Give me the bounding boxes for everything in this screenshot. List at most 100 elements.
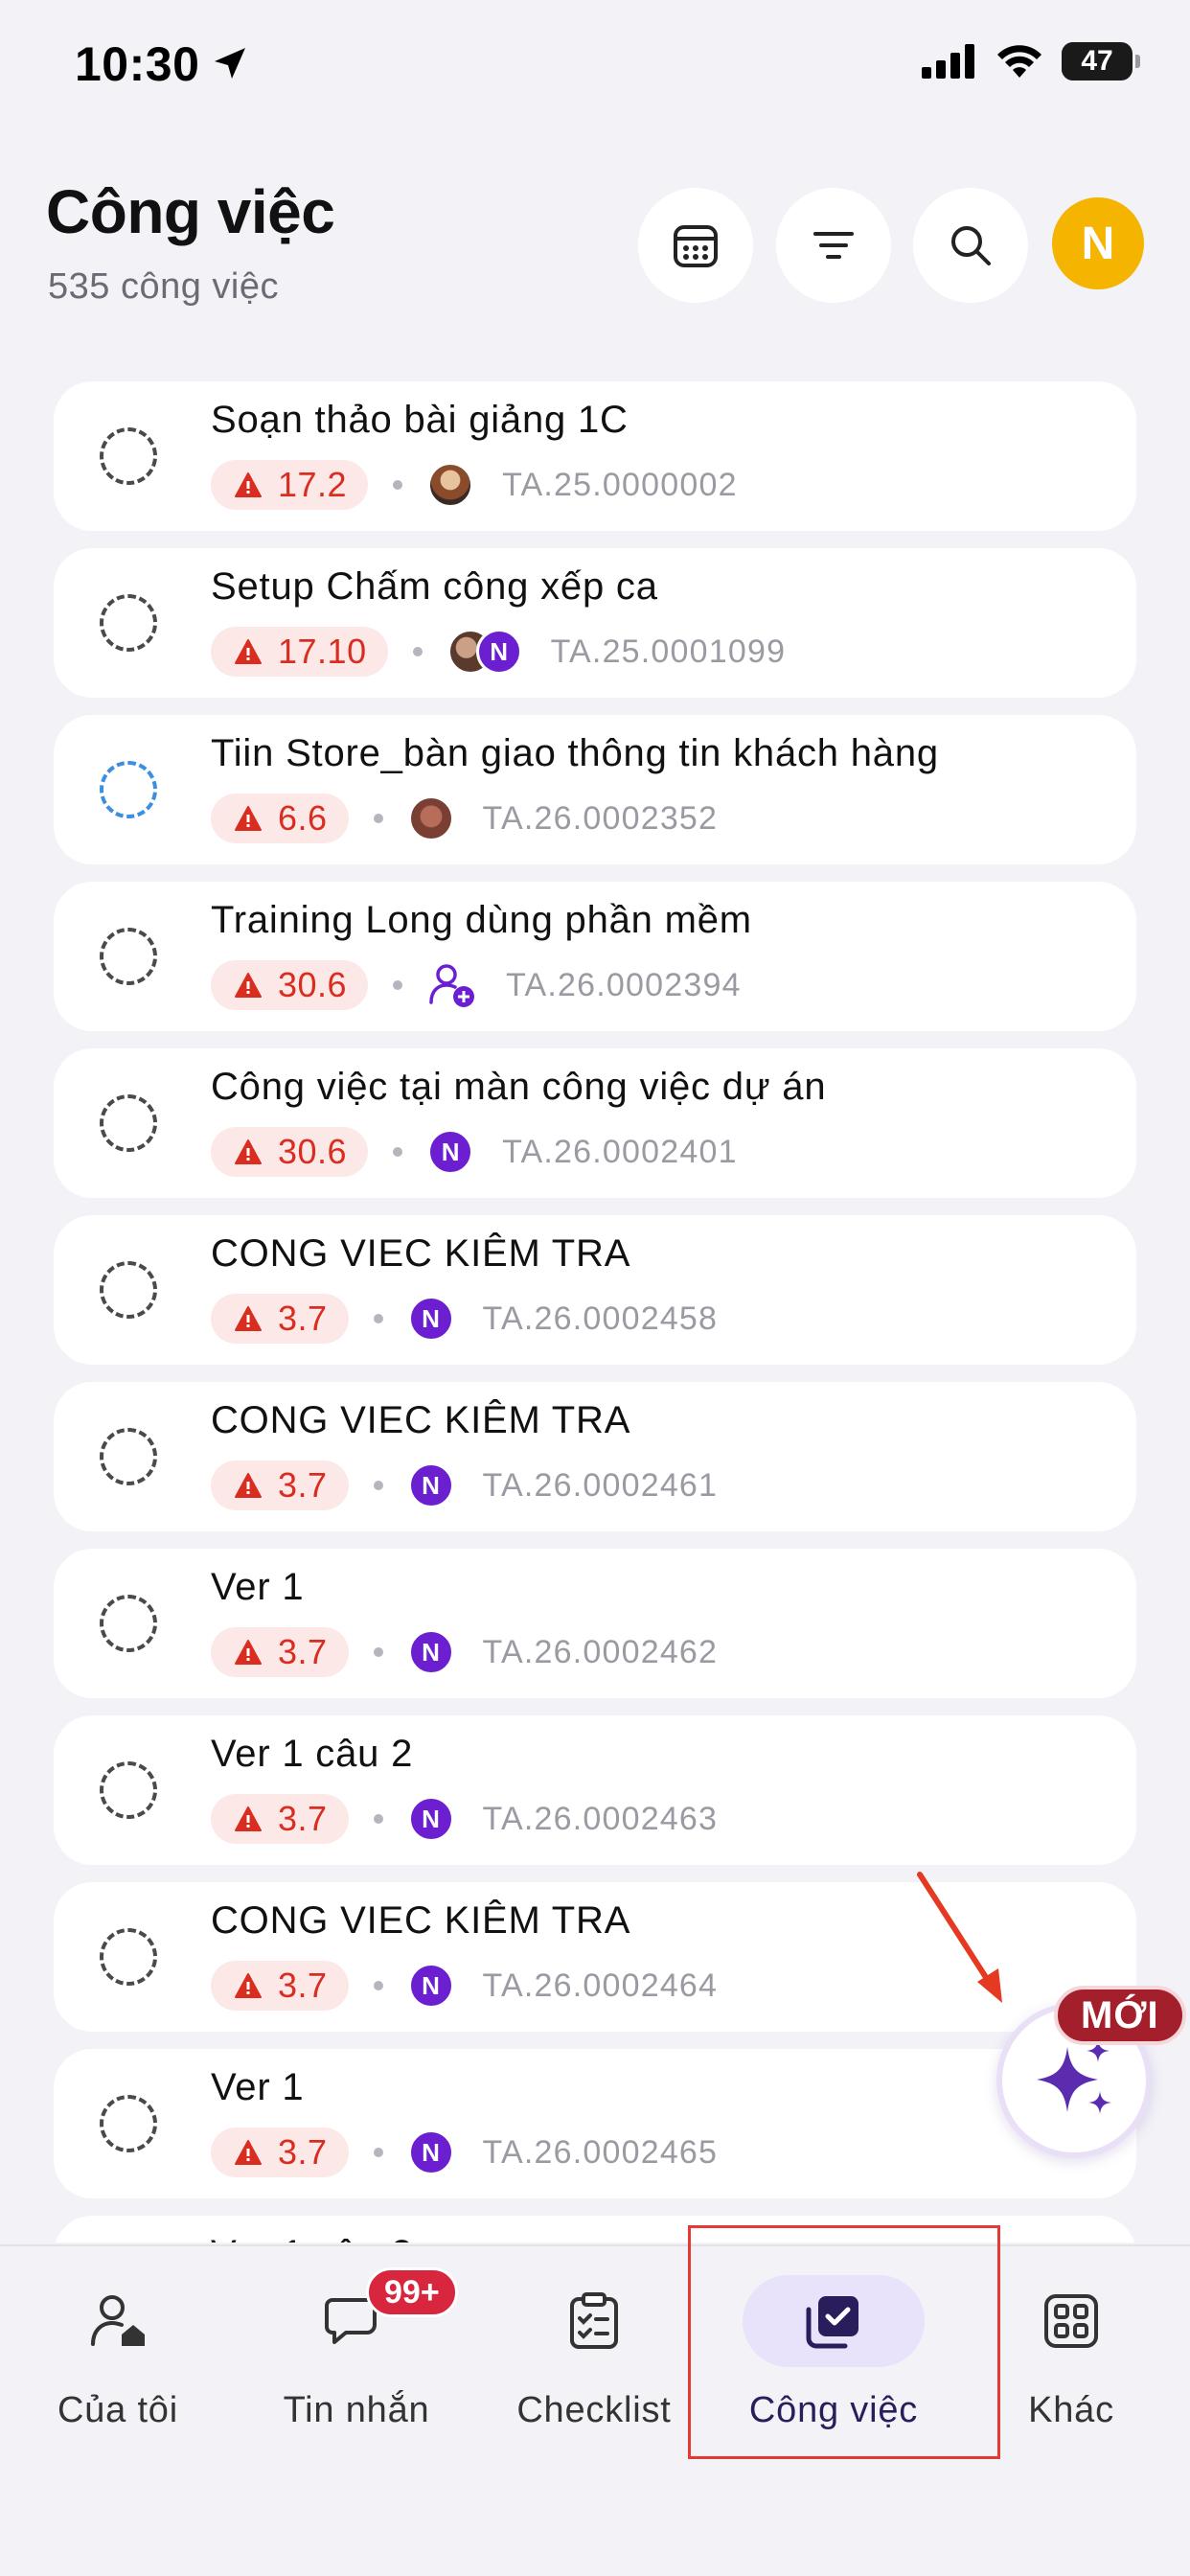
nav-item-checklist[interactable]: Checklist <box>479 2275 709 2467</box>
task-status-icon[interactable] <box>100 427 157 485</box>
assignee-group[interactable]: N <box>407 2129 454 2175</box>
task-title: Ver 1 câu 2 <box>211 1733 414 1775</box>
calendar-icon <box>674 225 718 267</box>
task-code: TA.26.0002463 <box>482 1800 719 1837</box>
search-button[interactable] <box>913 188 1028 303</box>
task-meta: 3.7 N TA.26.0002461 <box>211 1459 718 1512</box>
task-meta: 3.7 N TA.26.0002465 <box>211 2126 718 2179</box>
due-date: 3.7 <box>278 2132 328 2172</box>
assignee-avatar: N <box>407 1462 454 1508</box>
task-card[interactable]: Ver 1 3.7 N TA.26.0002462 <box>54 1549 1136 1698</box>
task-status-icon[interactable] <box>100 1928 157 1986</box>
task-card[interactable]: CONG VIEC KIÊM TRA 3.7 N TA.26.0002461 <box>54 1382 1136 1531</box>
task-meta: 3.7 N TA.26.0002462 <box>211 1625 718 1679</box>
sparkle-icon <box>1037 2039 1111 2114</box>
filter-button[interactable] <box>776 188 891 303</box>
task-card[interactable]: Ver 1 câu 2 3.7 N TA.26.0002463 <box>54 1715 1136 1865</box>
assignee-avatar: N <box>407 1629 454 1675</box>
task-card[interactable]: Ver 1 3.7 N TA.26.0002465 <box>54 2049 1136 2198</box>
task-title: Soạn thảo bài giảng 1C <box>211 399 629 441</box>
assignee-avatar: N <box>407 1296 454 1342</box>
overdue-badge: 6.6 <box>211 794 349 843</box>
overdue-badge: 17.2 <box>211 460 369 510</box>
separator-dot <box>373 1481 383 1490</box>
nav-item-messages[interactable]: 99+ Tin nhắn <box>241 2267 471 2467</box>
task-status-icon[interactable] <box>100 1761 157 1819</box>
assignee-group[interactable] <box>427 462 474 508</box>
assignee-group[interactable]: N <box>407 1796 454 1842</box>
task-code: TA.25.0001099 <box>550 632 787 670</box>
task-status-icon[interactable] <box>100 1428 157 1485</box>
task-card[interactable]: Công việc tại màn công việc dự án 30.6 N TA… <box>54 1048 1136 1198</box>
assignee-group[interactable]: N <box>446 629 522 675</box>
due-date: 3.7 <box>278 1299 328 1338</box>
task-card[interactable]: CONG VIEC KIÊM TRA 3.7 N TA.26.0002458 <box>54 1215 1136 1365</box>
task-status-icon[interactable] <box>100 928 157 985</box>
battery-icon: 47 <box>1062 42 1140 80</box>
overdue-badge: 30.6 <box>211 960 369 1010</box>
due-date: 3.7 <box>278 1632 328 1671</box>
overdue-badge: 3.7 <box>211 1294 349 1344</box>
task-code: TA.25.0000002 <box>502 466 738 503</box>
overdue-badge: 3.7 <box>211 1794 349 1844</box>
overdue-badge: 3.7 <box>211 2128 349 2177</box>
assignee-avatar: N <box>427 1129 474 1175</box>
task-card[interactable]: Setup Chấm công xếp ca 17.10 N TA.25.000109… <box>54 548 1136 698</box>
task-status-icon[interactable] <box>100 761 157 818</box>
nav-item-my[interactable]: Của tôi <box>3 2275 233 2467</box>
overdue-badge: 3.7 <box>211 1460 349 1510</box>
task-code: TA.26.0002394 <box>506 966 742 1003</box>
task-code: TA.26.0002458 <box>482 1300 719 1337</box>
assignee-group[interactable]: N <box>407 1296 454 1342</box>
task-title: CONG VIEC KIÊM TRA <box>211 1899 631 1942</box>
assignee-group[interactable]: N <box>407 1629 454 1675</box>
calendar-button[interactable] <box>638 188 753 303</box>
task-status-icon[interactable] <box>100 2095 157 2152</box>
assignee-avatar <box>407 795 454 841</box>
task-title: Ver 1 <box>211 2066 305 2108</box>
task-meta: 30.6 N TA.26.0002401 <box>211 1125 738 1179</box>
task-title: CONG VIEC KIÊM TRA <box>211 1399 631 1441</box>
nav-label: Của tôi <box>57 2390 178 2430</box>
assignee-group[interactable] <box>427 960 477 1010</box>
task-status-icon[interactable] <box>100 1261 157 1319</box>
assignee-group[interactable]: N <box>407 1963 454 2009</box>
task-code: TA.26.0002401 <box>502 1133 738 1170</box>
assignee-group[interactable]: N <box>427 1129 474 1175</box>
separator-dot <box>373 1647 383 1657</box>
assignee-avatar: N <box>407 1796 454 1842</box>
task-code: TA.26.0002465 <box>482 2133 719 2171</box>
task-title: Ver 1 câu 2 <box>211 2233 413 2242</box>
task-meta: 3.7 N TA.26.0002463 <box>211 1792 718 1846</box>
warning-icon <box>235 2140 262 2165</box>
battery-level: 47 <box>1081 45 1113 77</box>
task-card[interactable]: Tiin Store_bàn giao thông tin khách hàng… <box>54 715 1136 864</box>
task-count: 535 công việc <box>48 266 279 307</box>
task-code: TA.26.0002352 <box>482 799 719 837</box>
assignee-group[interactable]: N <box>407 1462 454 1508</box>
task-meta: 3.7 N TA.26.0002464 <box>211 1959 718 2012</box>
task-status-icon[interactable] <box>100 594 157 652</box>
search-icon <box>951 226 991 265</box>
page-title: Công việc <box>46 177 335 246</box>
task-status-icon[interactable] <box>100 1595 157 1652</box>
task-title: Training Long dùng phần mềm <box>211 899 752 941</box>
warning-icon <box>235 1973 262 1998</box>
status-indicators: 47 <box>922 42 1140 80</box>
assignee-avatar <box>427 462 474 508</box>
nav-label: Khác <box>1028 2390 1114 2430</box>
add-assignee-icon[interactable] <box>427 960 477 1010</box>
user-avatar[interactable]: N <box>1052 197 1144 289</box>
task-card[interactable]: Soạn thảo bài giảng 1C 17.2 TA.25.0000002 <box>54 381 1136 531</box>
overdue-badge: 3.7 <box>211 1627 349 1677</box>
overdue-badge: 3.7 <box>211 1961 349 2011</box>
warning-icon <box>235 639 262 664</box>
warning-icon <box>235 1473 262 1498</box>
nav-label: Checklist <box>516 2390 672 2430</box>
task-title: Setup Chấm công xếp ca <box>211 565 658 608</box>
assignee-group[interactable] <box>407 795 454 841</box>
status-time: 10:30 <box>75 37 200 91</box>
task-meta: 17.10 N TA.25.0001099 <box>211 625 786 678</box>
task-card[interactable]: Training Long dùng phần mềm 30.6 TA.26.000… <box>54 882 1136 1031</box>
task-status-icon[interactable] <box>100 1094 157 1152</box>
